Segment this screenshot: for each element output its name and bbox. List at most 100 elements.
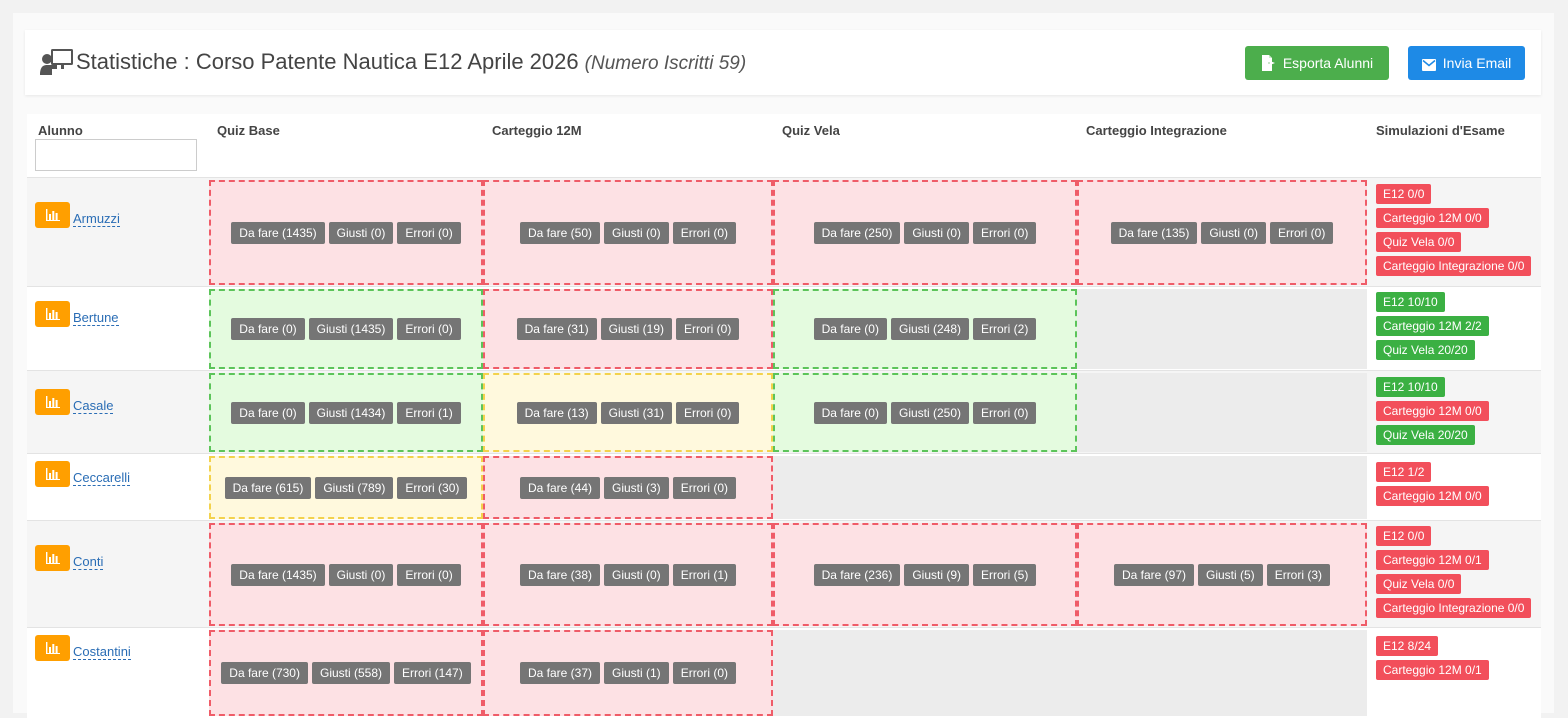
count-badge: Da fare (236): [813, 563, 901, 586]
student-filter-input[interactable]: [35, 139, 197, 171]
col-header-simulazioni: Simulazioni d'Esame: [1376, 123, 1505, 138]
progress-cell-carteggio-integrazione: [1077, 289, 1367, 369]
bar-chart-icon: [45, 209, 60, 221]
progress-cell-quiz-base: Da fare (0) Giusti (1435) Errori (0): [209, 289, 483, 369]
progress-cell-carteggio-integrazione: [1077, 373, 1367, 452]
progress-cell-quiz-vela: Da fare (236) Giusti (9) Errori (5): [773, 523, 1077, 626]
progress-cell-quiz-base: Da fare (0) Giusti (1434) Errori (1): [209, 373, 483, 452]
count-badge: Giusti (5): [1198, 563, 1263, 586]
student-stats-button[interactable]: [35, 635, 70, 661]
enrolled-count: (Numero Iscritti 59): [584, 53, 747, 74]
exam-simulations: E12 1/2 Carteggio 12M 0/0: [1376, 462, 1489, 510]
progress-cell-quiz-vela: Da fare (0) Giusti (250) Errori (0): [773, 373, 1077, 452]
simulation-badge: Carteggio 12M 0/0: [1376, 208, 1489, 228]
student-stats-button[interactable]: [35, 461, 70, 487]
count-badge: Da fare (0): [231, 401, 305, 424]
count-badge: Giusti (31): [600, 401, 673, 424]
count-badge: Da fare (38): [519, 563, 600, 586]
exam-simulations: E12 10/10 Carteggio 12M 2/2 Quiz Vela 20/2…: [1376, 292, 1489, 364]
count-badge: Giusti (19): [600, 318, 673, 340]
count-badge: Errori (0): [397, 318, 461, 340]
simulation-badge: Quiz Vela 20/20: [1376, 425, 1475, 445]
count-badge: Da fare (615): [224, 476, 312, 499]
count-badge: Da fare (1435): [231, 563, 325, 586]
page-header: Statistiche : Corso Patente Nautica E12 …: [25, 30, 1541, 95]
col-header-student: Alunno: [38, 123, 83, 138]
count-badge: Errori (0): [1270, 221, 1334, 244]
count-badge: Giusti (558): [311, 662, 391, 684]
student-name-link[interactable]: Ceccarelli: [73, 470, 131, 486]
count-badge: Da fare (31): [516, 318, 597, 340]
progress-cell-carteggio-12m: Da fare (50) Giusti (0) Errori (0): [483, 180, 773, 285]
count-badge: Giusti (3): [604, 476, 669, 499]
send-email-label: Invia Email: [1442, 55, 1512, 71]
export-students-label: Esporta Alunni: [1282, 55, 1374, 71]
page-title: Statistiche : Corso Patente Nautica E12 …: [76, 49, 746, 75]
bar-chart-icon: [45, 468, 60, 480]
bar-chart-icon: [45, 552, 60, 564]
exam-simulations: E12 0/0 Carteggio 12M 0/1 Quiz Vela 0/0 Car…: [1376, 526, 1532, 622]
student-stats-button[interactable]: [35, 301, 70, 327]
exam-simulations: E12 0/0 Carteggio 12M 0/0 Quiz Vela 0/0 Car…: [1376, 184, 1532, 280]
count-badge: Giusti (248): [890, 318, 970, 340]
simulation-badge: Carteggio 12M 0/0: [1376, 401, 1489, 421]
count-badge: Giusti (0): [904, 221, 970, 244]
progress-cell-carteggio-12m: Da fare (31) Giusti (19) Errori (0): [483, 289, 773, 369]
progress-cell-carteggio-integrazione: Da fare (97) Giusti (5) Errori (3): [1077, 523, 1367, 626]
count-badge: Giusti (789): [315, 476, 394, 499]
count-badge: Da fare (0): [231, 318, 305, 340]
count-badge: Da fare (135): [1110, 221, 1198, 244]
count-badge: Giusti (1434): [308, 401, 394, 424]
count-badge: Da fare (0): [813, 401, 887, 424]
progress-cell-quiz-base: Da fare (1435) Giusti (0) Errori (0): [209, 180, 483, 285]
count-badge: Errori (30): [397, 476, 468, 499]
simulation-badge: Carteggio 12M 0/0: [1376, 486, 1489, 506]
count-badge: Errori (1): [672, 563, 737, 586]
student-stats-button[interactable]: [35, 202, 70, 228]
count-badge: Da fare (37): [519, 662, 600, 684]
count-badge: Errori (0): [397, 221, 461, 244]
progress-cell-quiz-vela: Da fare (0) Giusti (248) Errori (2): [773, 289, 1077, 369]
exam-simulations: E12 10/10 Carteggio 12M 0/0 Quiz Vela 20/2…: [1376, 377, 1489, 449]
count-badge: Errori (0): [672, 476, 737, 499]
progress-cell-carteggio-integrazione: Da fare (135) Giusti (0) Errori (0): [1077, 180, 1367, 285]
progress-cell-quiz-vela: [773, 456, 1077, 519]
count-badge: Giusti (0): [1201, 221, 1267, 244]
count-badge: Errori (0): [973, 221, 1037, 244]
student-stats-button[interactable]: [35, 389, 70, 415]
count-badge: Da fare (44): [519, 476, 600, 499]
table-row: Casale Da fare (0) Giusti (1434) Errori (1)…: [27, 370, 1541, 454]
bar-chart-icon: [45, 396, 60, 408]
student-stats-button[interactable]: [35, 545, 70, 571]
send-email-button[interactable]: Invia Email: [1408, 46, 1525, 80]
simulation-badge: E12 0/0: [1376, 526, 1432, 546]
count-badge: Da fare (97): [1113, 563, 1194, 586]
simulation-badge: Carteggio Integrazione 0/0: [1376, 598, 1532, 618]
progress-cell-carteggio-12m: Da fare (38) Giusti (0) Errori (1): [483, 523, 773, 626]
page-wrapper: Statistiche : Corso Patente Nautica E12 …: [13, 13, 1554, 718]
count-badge: Da fare (1435): [231, 221, 325, 244]
progress-cell-quiz-base: Da fare (1435) Giusti (0) Errori (0): [209, 523, 483, 626]
count-badge: Errori (2): [973, 318, 1037, 340]
progress-cell-quiz-vela: Da fare (250) Giusti (0) Errori (0): [773, 180, 1077, 285]
student-name-link[interactable]: Casale: [73, 398, 114, 414]
col-header-carteggio-12m: Carteggio 12M: [492, 123, 582, 138]
simulation-badge: E12 10/10: [1376, 377, 1445, 397]
export-students-button[interactable]: Esporta Alunni: [1245, 46, 1389, 80]
simulation-badge: Carteggio 12M 0/1: [1376, 550, 1489, 570]
student-name-link[interactable]: Costantini: [73, 644, 131, 660]
count-badge: Da fare (50): [519, 221, 600, 244]
teacher-board-icon: [40, 49, 73, 75]
student-name-link[interactable]: Conti: [73, 554, 104, 570]
file-export-icon: [1261, 55, 1275, 71]
simulation-badge: E12 8/24: [1376, 636, 1439, 656]
simulation-badge: Carteggio Integrazione 0/0: [1376, 256, 1532, 276]
student-name-link[interactable]: Armuzzi: [73, 211, 120, 227]
student-name-link[interactable]: Bertune: [73, 310, 119, 326]
col-header-quiz-base: Quiz Base: [217, 123, 280, 138]
count-badge: Errori (0): [973, 401, 1037, 424]
progress-cell-carteggio-integrazione: [1077, 630, 1367, 716]
page-title-text: Statistiche : Corso Patente Nautica E12 …: [76, 49, 579, 74]
count-badge: Da fare (250): [813, 221, 901, 244]
count-badge: Errori (3): [1266, 563, 1331, 586]
